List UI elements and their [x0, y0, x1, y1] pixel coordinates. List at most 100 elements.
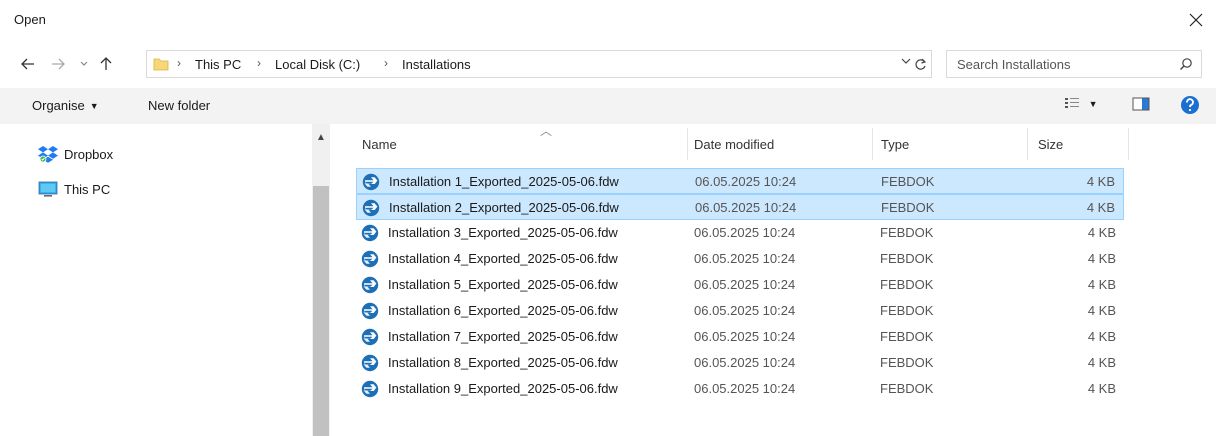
file-date-modified: 06.05.2025 10:24	[694, 251, 796, 266]
change-view-button[interactable]: ▼	[1064, 96, 1098, 113]
up-button[interactable]	[96, 54, 116, 74]
caret-down-icon: ▼	[1088, 99, 1098, 109]
file-size: 4 KB	[1087, 303, 1116, 318]
search-box[interactable]	[946, 50, 1202, 78]
file-name: Installation 3_Exported_2025-05-06.fdw	[388, 225, 618, 240]
file-size: 4 KB	[1087, 251, 1116, 266]
febdok-file-icon	[361, 328, 379, 346]
refresh-button[interactable]	[906, 50, 934, 78]
febdok-file-icon	[361, 302, 379, 320]
file-type: FEBDOK	[880, 355, 934, 370]
file-row[interactable]: Installation 4_Exported_2025-05-06.fdw 06…	[356, 246, 1124, 272]
file-name: Installation 2_Exported_2025-05-06.fdw	[389, 200, 619, 215]
breadcrumb-separator: ›	[177, 56, 181, 70]
back-button[interactable]	[18, 54, 38, 74]
file-name: Installation 4_Exported_2025-05-06.fdw	[388, 251, 618, 266]
file-row[interactable]: Installation 5_Exported_2025-05-06.fdw 06…	[356, 272, 1124, 298]
file-type: FEBDOK	[881, 174, 935, 189]
febdok-file-icon	[361, 250, 379, 268]
breadcrumb-separator: ›	[384, 56, 388, 70]
file-type: FEBDOK	[880, 381, 934, 396]
file-date-modified: 06.05.2025 10:24	[694, 381, 796, 396]
file-name: Installation 7_Exported_2025-05-06.fdw	[388, 329, 618, 344]
recent-locations-button[interactable]	[74, 54, 94, 74]
file-name: Installation 1_Exported_2025-05-06.fdw	[389, 174, 619, 189]
febdok-file-icon	[361, 276, 379, 294]
scrollbar-thumb[interactable]	[313, 186, 329, 436]
file-type: FEBDOK	[880, 251, 934, 266]
organise-label: Organise	[32, 98, 85, 113]
file-type: FEBDOK	[880, 225, 934, 240]
file-row[interactable]: Installation 2_Exported_2025-05-06.fdw 06…	[356, 194, 1124, 220]
febdok-file-icon	[362, 173, 380, 191]
title-bar: Open	[0, 0, 1216, 40]
refresh-icon	[914, 58, 926, 70]
organise-button[interactable]: Organise ▼	[32, 98, 99, 113]
new-folder-button[interactable]: New folder	[148, 98, 210, 113]
breadcrumb-installations[interactable]: Installations	[402, 57, 471, 72]
sidebar-item-label: Dropbox	[64, 146, 114, 162]
search-icon[interactable]	[1179, 57, 1193, 71]
file-date-modified: 06.05.2025 10:24	[694, 355, 796, 370]
breadcrumb-local-disk[interactable]: Local Disk (C:)	[275, 57, 360, 72]
file-type: FEBDOK	[880, 329, 934, 344]
sort-ascending-icon: ︿	[540, 124, 553, 138]
command-toolbar: Organise ▼ New folder ▼	[0, 88, 1216, 124]
sidebar-item-dropbox[interactable]: Dropbox	[38, 143, 113, 165]
address-bar[interactable]: › This PC › Local Disk (C:) › Installati…	[146, 50, 932, 78]
breadcrumb-this-pc[interactable]: This PC	[195, 57, 241, 72]
file-name: Installation 8_Exported_2025-05-06.fdw	[388, 355, 618, 370]
breadcrumb-separator: ›	[257, 56, 261, 70]
sidebar-item-label: This PC	[64, 181, 111, 197]
file-name: Installation 6_Exported_2025-05-06.fdw	[388, 303, 618, 318]
file-size: 4 KB	[1086, 174, 1115, 189]
file-date-modified: 06.05.2025 10:24	[695, 200, 797, 215]
file-row[interactable]: Installation 9_Exported_2025-05-06.fdw 06…	[356, 376, 1124, 402]
preview-pane-button[interactable]	[1132, 97, 1150, 114]
computer-icon	[38, 181, 58, 197]
up-arrow-icon	[100, 57, 112, 70]
file-size: 4 KB	[1087, 225, 1116, 240]
navigation-scrollbar[interactable]: ▲	[312, 124, 330, 436]
forward-button[interactable]	[48, 54, 68, 74]
close-button[interactable]	[1182, 6, 1210, 34]
file-size: 4 KB	[1087, 329, 1116, 344]
file-size: 4 KB	[1087, 381, 1116, 396]
file-row[interactable]: Installation 7_Exported_2025-05-06.fdw 06…	[356, 324, 1124, 350]
preview-pane-icon	[1132, 97, 1150, 111]
file-size: 4 KB	[1087, 355, 1116, 370]
febdok-file-icon	[361, 354, 379, 372]
file-row[interactable]: Installation 8_Exported_2025-05-06.fdw 06…	[356, 350, 1124, 376]
febdok-file-icon	[362, 199, 380, 217]
column-divider[interactable]	[1128, 128, 1129, 160]
file-row[interactable]: Installation 1_Exported_2025-05-06.fdw 06…	[356, 168, 1124, 194]
back-arrow-icon	[21, 58, 34, 70]
navigation-bar: › This PC › Local Disk (C:) › Installati…	[0, 48, 1216, 80]
help-button[interactable]	[1180, 95, 1200, 118]
column-header-size[interactable]: Size	[1028, 124, 1128, 164]
sidebar-item-this-pc[interactable]: This PC	[38, 178, 110, 200]
column-header-name[interactable]: ︿ Name	[356, 124, 688, 164]
column-header-type[interactable]: Type	[873, 124, 1027, 164]
file-date-modified: 06.05.2025 10:24	[694, 277, 796, 292]
file-size: 4 KB	[1087, 277, 1116, 292]
file-date-modified: 06.05.2025 10:24	[695, 174, 797, 189]
column-header-date[interactable]: Date modified	[688, 124, 872, 164]
file-row[interactable]: Installation 3_Exported_2025-05-06.fdw 06…	[356, 220, 1124, 246]
file-date-modified: 06.05.2025 10:24	[694, 303, 796, 318]
scroll-up-icon[interactable]: ▲	[316, 132, 326, 143]
file-list: ︿ Name Date modified Type Size Installat…	[330, 124, 1216, 436]
file-size: 4 KB	[1086, 200, 1115, 215]
file-name: Installation 5_Exported_2025-05-06.fdw	[388, 277, 618, 292]
file-row[interactable]: Installation 6_Exported_2025-05-06.fdw 06…	[356, 298, 1124, 324]
file-date-modified: 06.05.2025 10:24	[694, 225, 796, 240]
febdok-file-icon	[361, 224, 379, 242]
file-type: FEBDOK	[880, 277, 934, 292]
forward-arrow-icon	[52, 58, 65, 70]
file-type: FEBDOK	[881, 200, 935, 215]
folder-icon	[153, 58, 169, 71]
file-type: FEBDOK	[880, 303, 934, 318]
dropbox-icon	[38, 146, 58, 163]
search-input[interactable]	[957, 56, 1157, 72]
window-title: Open	[14, 12, 46, 27]
